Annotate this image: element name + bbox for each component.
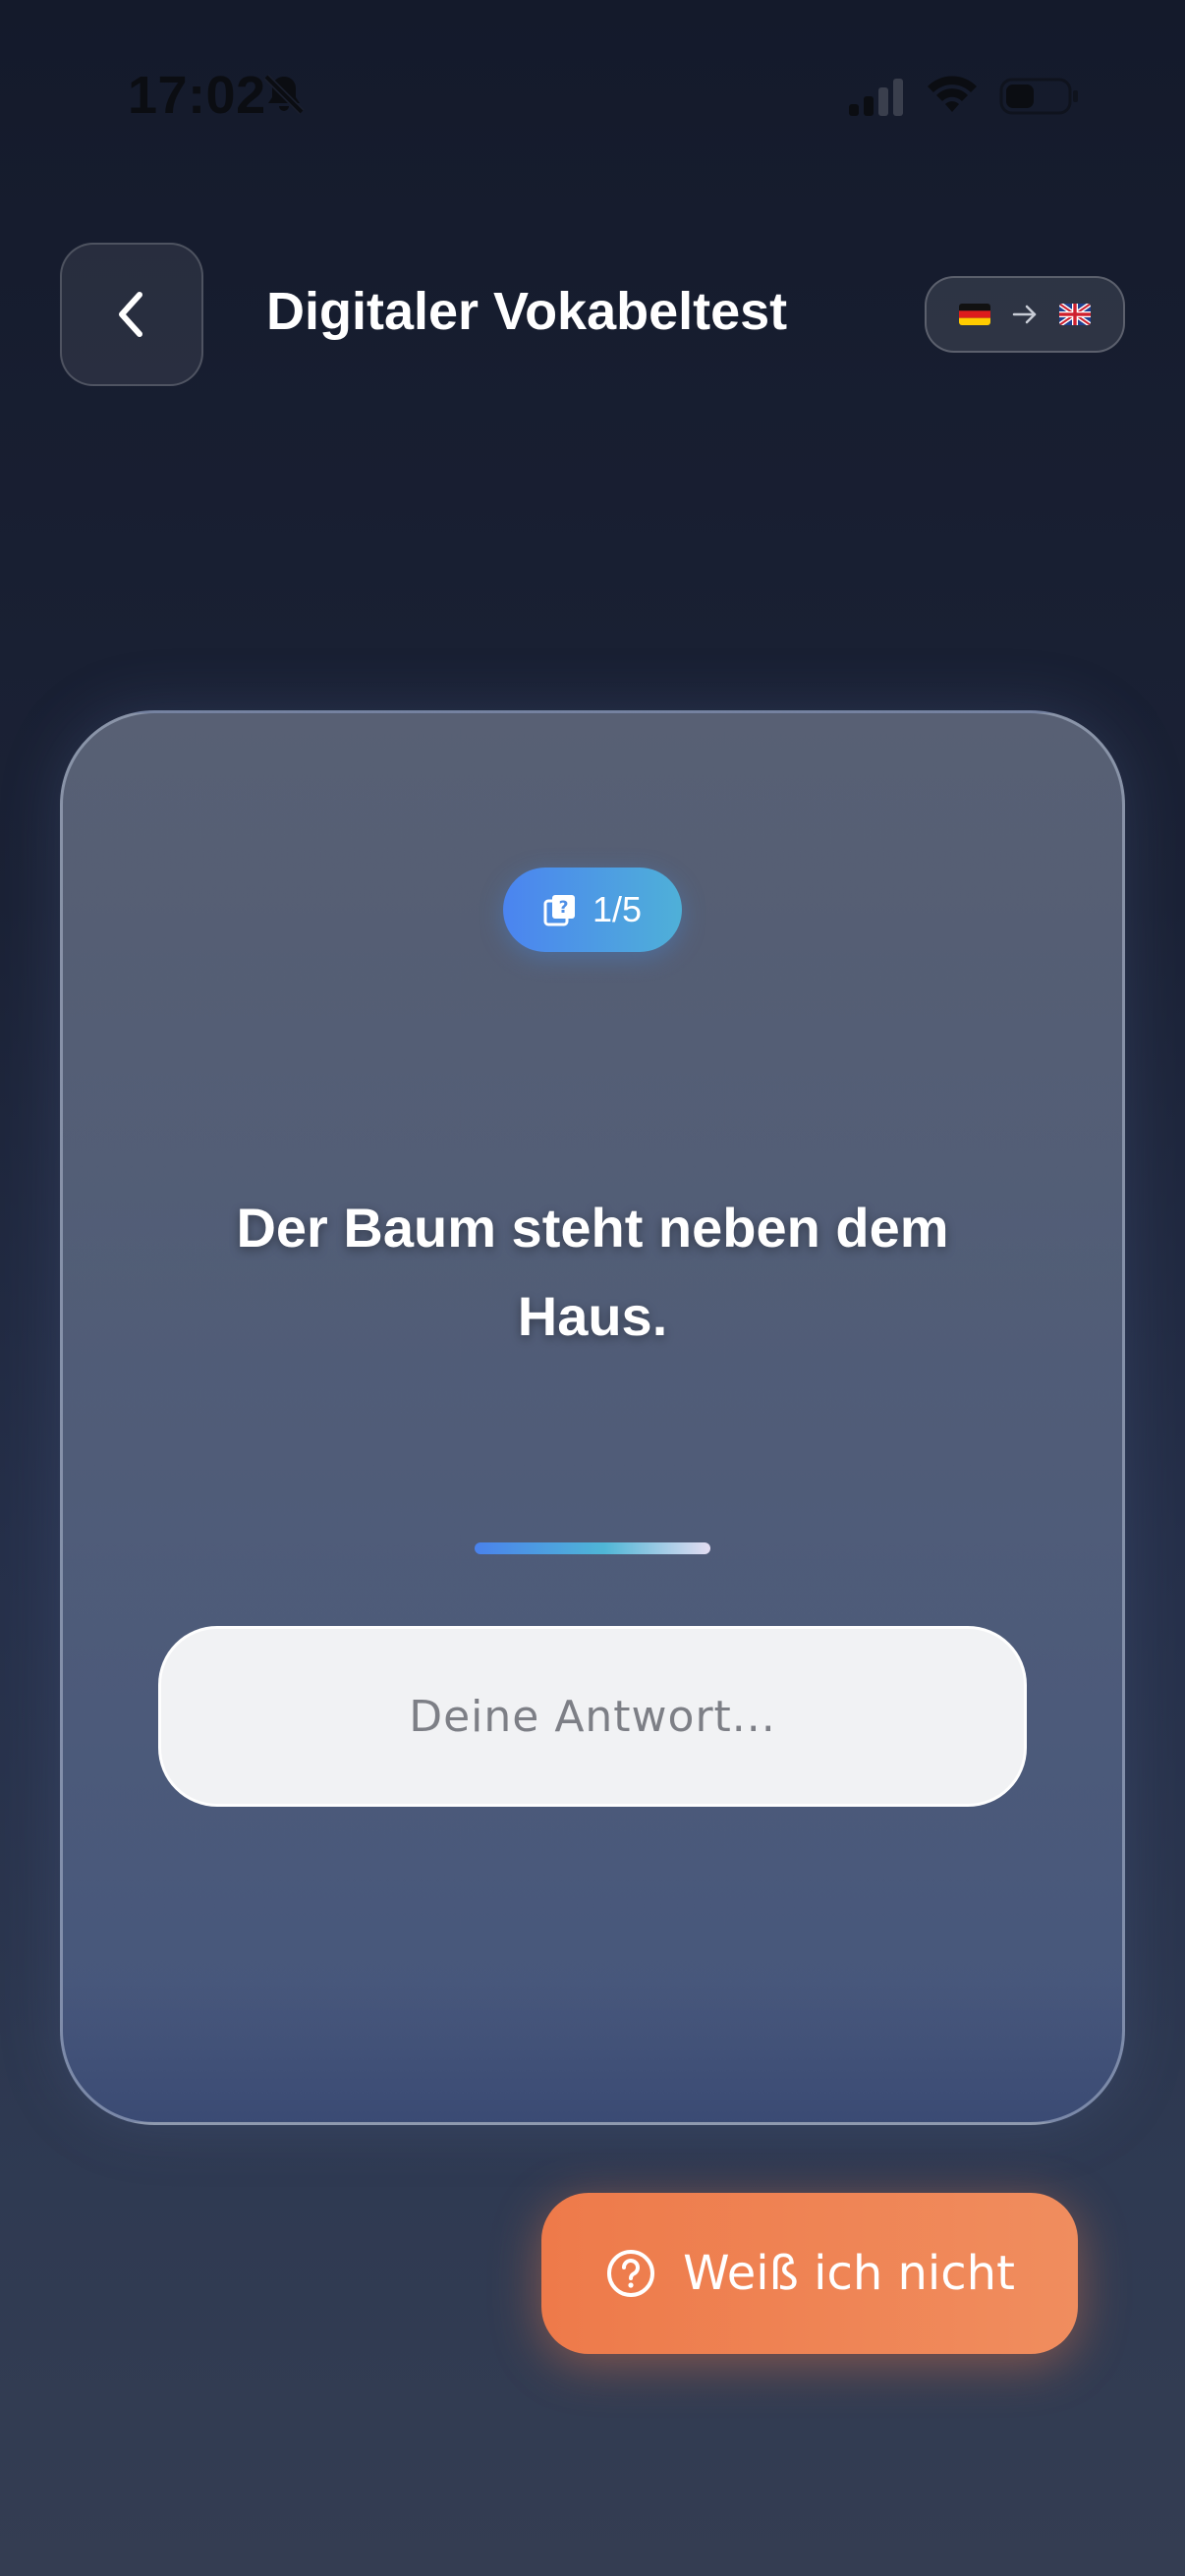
flag-uk-icon (1059, 304, 1091, 325)
wifi-icon (928, 76, 977, 112)
flag-germany-icon (959, 304, 990, 325)
dont-know-button[interactable]: Weiß ich nicht (541, 2193, 1078, 2354)
status-bar: 17:02 (0, 0, 1185, 196)
svg-text:?: ? (559, 898, 569, 918)
status-time: 17:02 (128, 66, 266, 125)
question-progress-badge: ? 1/5 (503, 868, 682, 952)
dont-know-label: Weiß ich nicht (683, 2246, 1015, 2301)
back-button[interactable] (60, 243, 203, 386)
cellular-signal-icon (849, 79, 903, 116)
question-sentence: Der Baum steht neben dem Haus. (236, 1197, 949, 1347)
battery-icon (999, 78, 1078, 115)
page-title: Digitaler Vokabeltest (266, 282, 788, 341)
question-progress-text: 1/5 (592, 889, 643, 929)
question-circle-icon (607, 2250, 655, 2297)
answer-input[interactable] (158, 1626, 1027, 1807)
flashcard-question-icon: ? (543, 895, 575, 926)
timer-progress-bar (475, 1542, 710, 1554)
language-pair-selector[interactable] (925, 276, 1125, 353)
chevron-left-icon (119, 292, 142, 337)
bell-muted-icon (263, 74, 305, 115)
arrow-right-icon (1012, 305, 1037, 324)
